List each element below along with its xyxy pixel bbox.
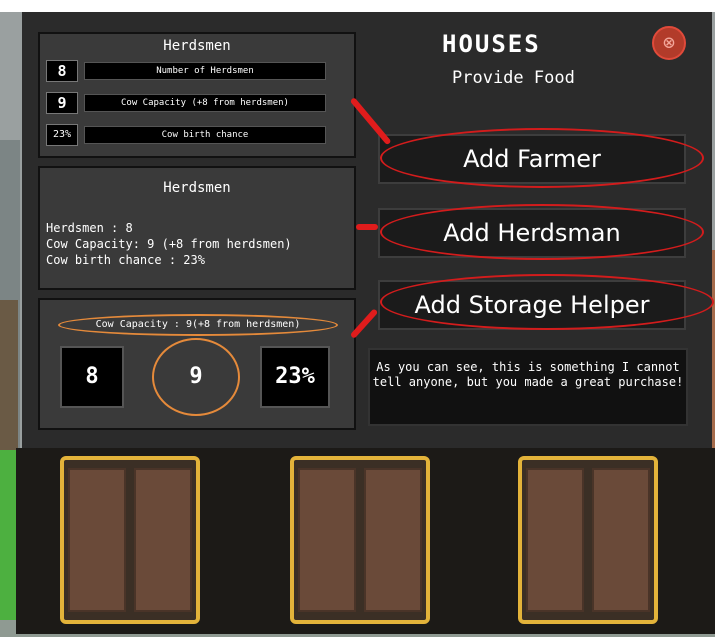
herdsmen-count: 8 (60, 346, 124, 408)
door-left-icon (526, 468, 584, 612)
annotation-ring (380, 128, 704, 188)
description-box: As you can see, this is something I cann… (368, 348, 688, 426)
capacity-box: Cow Capacity : 9(+8 from herdsmen) 8 9 2… (38, 298, 356, 430)
box-title: Herdsmen (163, 38, 231, 54)
stat-value: 8 (46, 60, 78, 82)
box-title: Herdsmen (163, 180, 231, 196)
background-left-wall (0, 300, 18, 450)
stat-label: Cow birth chance (84, 126, 326, 144)
stat-label: Cow Capacity (+8 from herdsmen) (84, 94, 326, 112)
annotation-ring (380, 274, 714, 330)
info-line: Cow Capacity: 9 (+8 from herdsmen) (46, 237, 292, 251)
info-text: Herdsmen : 8 Cow Capacity: 9 (+8 from he… (46, 220, 292, 268)
worker-slot[interactable] (60, 456, 200, 624)
background-top (0, 0, 715, 12)
stat-value: 23% (46, 124, 78, 146)
stat-value: 9 (46, 92, 78, 114)
annotation-ring (380, 204, 704, 260)
door-right-icon (134, 468, 192, 612)
worker-slot[interactable] (518, 456, 658, 624)
close-button[interactable]: ⊗ (652, 26, 686, 60)
worker-slot[interactable] (290, 456, 430, 624)
capacity-label: Cow Capacity : 9(+8 from herdsmen) (58, 314, 338, 336)
info-line: Herdsmen : 8 (46, 221, 133, 235)
page-subtitle: Provide Food (452, 68, 575, 88)
door-left-icon (68, 468, 126, 612)
worker-slots (16, 448, 715, 634)
stat-label: Number of Herdsmen (84, 62, 326, 80)
houses-panel: Herdsmen 8 Number of Herdsmen 9 Cow Capa… (16, 12, 715, 634)
door-left-icon (298, 468, 356, 612)
herdsmen-info-box: Herdsmen Herdsmen : 8 Cow Capacity: 9 (+… (38, 166, 356, 290)
cow-capacity-value: 9 (189, 364, 203, 389)
herdsmen-stats-box: Herdsmen 8 Number of Herdsmen 9 Cow Capa… (38, 32, 356, 158)
birth-chance-value: 23% (260, 346, 330, 408)
info-line: Cow birth chance : 23% (46, 253, 205, 267)
door-right-icon (364, 468, 422, 612)
door-right-icon (592, 468, 650, 612)
page-title: HOUSES (442, 30, 541, 58)
annotation-line (356, 224, 378, 230)
